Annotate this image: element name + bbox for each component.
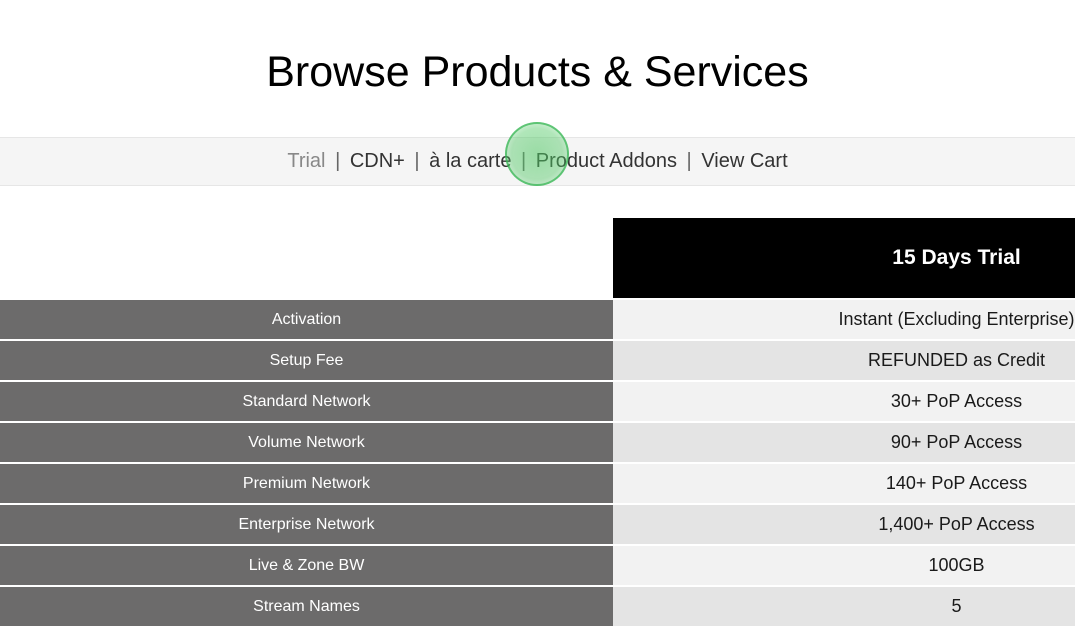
nav-link-a-la-carte[interactable]: à la carte <box>429 150 511 172</box>
row-value: 1,400+ PoP Access <box>613 505 1075 544</box>
table-row: Live & Zone BW 100GB <box>0 546 1075 585</box>
row-value: 90+ PoP Access <box>613 423 1075 462</box>
row-value: 140+ PoP Access <box>613 464 1075 503</box>
table-row: Standard Network 30+ PoP Access <box>0 382 1075 421</box>
table-row: Setup Fee REFUNDED as Credit <box>0 341 1075 380</box>
row-value: REFUNDED as Credit <box>613 341 1075 380</box>
nav-separator: | <box>687 150 692 172</box>
row-value: 100GB <box>613 546 1075 585</box>
nav-link-trial[interactable]: Trial <box>287 150 325 172</box>
row-value: Instant (Excluding Enterprise) <box>613 300 1075 339</box>
table-row: Premium Network 140+ PoP Access <box>0 464 1075 503</box>
row-value: 30+ PoP Access <box>613 382 1075 421</box>
nav-separator: | <box>521 150 526 172</box>
row-value: 5 <box>613 587 1075 626</box>
row-label: Standard Network <box>0 382 613 421</box>
row-label: Setup Fee <box>0 341 613 380</box>
row-label: Stream Names <box>0 587 613 626</box>
nav-separator: | <box>414 150 419 172</box>
page-title: Browse Products & Services <box>0 0 1075 137</box>
nav-link-product-addons[interactable]: Product Addons <box>536 150 677 172</box>
nav-bar: Trial | CDN+ | à la carte | Product Addo… <box>0 137 1075 186</box>
pricing-table-wrap: 15 Days Trial Activation Instant (Exclud… <box>0 216 1075 628</box>
nav-separator: | <box>335 150 340 172</box>
table-row: Enterprise Network 1,400+ PoP Access <box>0 505 1075 544</box>
pricing-table: 15 Days Trial Activation Instant (Exclud… <box>0 216 1075 628</box>
column-header-trial: 15 Days Trial <box>613 218 1075 298</box>
row-label: Volume Network <box>0 423 613 462</box>
row-label: Activation <box>0 300 613 339</box>
row-label-header <box>0 218 613 298</box>
nav-link-cdn-plus[interactable]: CDN+ <box>350 150 405 172</box>
table-row: Activation Instant (Excluding Enterprise… <box>0 300 1075 339</box>
row-label: Premium Network <box>0 464 613 503</box>
row-label: Live & Zone BW <box>0 546 613 585</box>
table-row: Stream Names 5 <box>0 587 1075 626</box>
nav-link-view-cart[interactable]: View Cart <box>701 150 787 172</box>
row-label: Enterprise Network <box>0 505 613 544</box>
table-row: Volume Network 90+ PoP Access <box>0 423 1075 462</box>
